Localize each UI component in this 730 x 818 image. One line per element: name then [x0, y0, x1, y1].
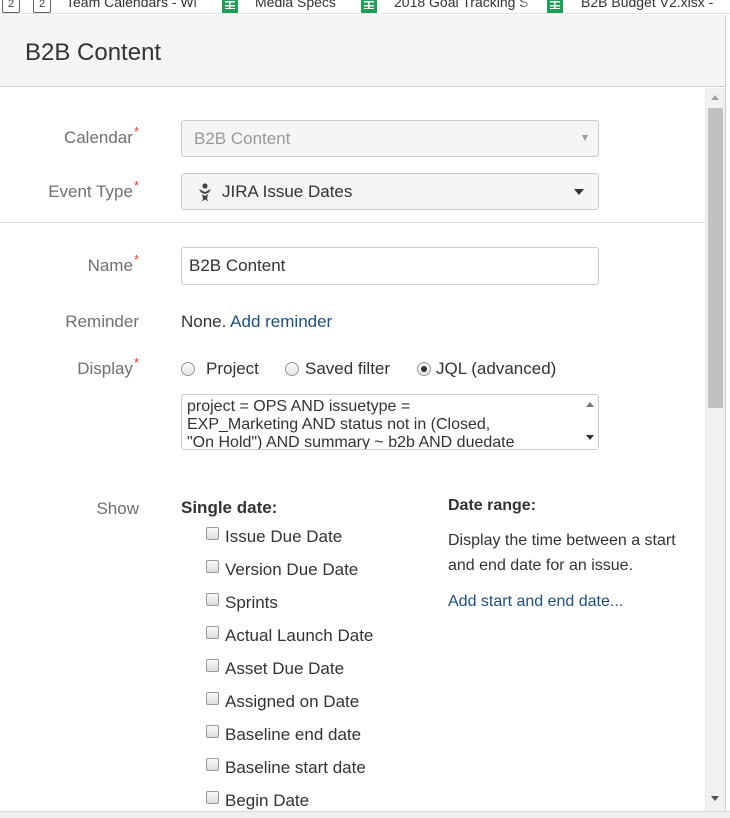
vertical-scrollbar[interactable]: [705, 88, 725, 811]
checkbox-label: Sprints: [225, 593, 278, 612]
calendar-label: Calendar*: [63, 124, 139, 148]
reminder-none-text: None.: [181, 312, 227, 331]
checkbox-baseline-start-date[interactable]: [206, 758, 219, 771]
checkbox-asset-due-date[interactable]: [206, 659, 219, 672]
spreadsheet-icon: [222, 0, 238, 13]
event-type-select[interactable]: JIRA Issue Dates: [181, 173, 599, 210]
checkbox-label: Asset Due Date: [225, 659, 345, 678]
calendar-select-value: B2B Content: [194, 129, 291, 148]
calendar-select: B2B Content: [181, 120, 599, 157]
show-label: Show: [96, 499, 139, 518]
calendar-label-text: Calendar: [63, 128, 133, 147]
radio-saved-filter[interactable]: [285, 362, 299, 376]
event-type-select-value: JIRA Issue Dates: [222, 182, 353, 201]
radio-jql-label: JQL (advanced): [436, 359, 557, 378]
date-range-description: Display the time between a start and end…: [448, 532, 676, 574]
bookmark-fade: [194, 0, 208, 13]
name-label-text: Name: [87, 256, 133, 275]
single-date-heading: Single date:: [181, 498, 278, 517]
dialog-content: Calendar* B2B Content Event Type* JIRA I…: [0, 88, 705, 811]
dialog-header: B2B Content: [0, 15, 730, 87]
scroll-up-icon[interactable]: [711, 95, 719, 100]
scrollbar-thumb[interactable]: [708, 108, 723, 408]
required-marker: *: [133, 178, 139, 193]
add-reminder-link[interactable]: Add reminder: [230, 312, 332, 331]
dialog-title: B2B Content: [25, 39, 162, 66]
spreadsheet-icon: [547, 0, 563, 13]
bookmark-media-specs[interactable]: Media Specs: [255, 0, 336, 10]
radio-saved-filter-label: Saved filter: [305, 359, 391, 378]
dialog-edge: [725, 15, 730, 818]
dialog-bottom-edge: [0, 811, 730, 818]
jql-query-text: project = OPS AND issuetype = EXP_Market…: [187, 398, 515, 450]
bookmarks-bar: 2 2 Team Calendars - Wi Media Specs 2018…: [0, 0, 730, 14]
name-label: Name*: [87, 252, 139, 276]
bookmark-team-calendars[interactable]: Team Calendars - Wi: [66, 0, 197, 10]
radio-project[interactable]: [181, 362, 195, 376]
date-range-heading: Date range:: [448, 497, 537, 514]
checkbox-begin-date[interactable]: [206, 791, 219, 804]
checkbox-label: Actual Launch Date: [225, 626, 374, 645]
spreadsheet-icon: [361, 0, 377, 13]
reminder-label: Reminder: [65, 312, 139, 331]
reminder-value: None. Add reminder: [181, 312, 332, 332]
checkbox-issue-due-date[interactable]: [206, 527, 219, 540]
checkbox-label: Version Due Date: [225, 560, 359, 579]
radio-jql[interactable]: [417, 362, 431, 376]
bookmark-fade: [520, 0, 534, 13]
bookmark-b2b-budget[interactable]: B2B Budget V2.xlsx -: [581, 0, 713, 10]
scroll-up-icon[interactable]: [586, 402, 594, 407]
required-marker: *: [133, 355, 139, 370]
required-marker: *: [133, 124, 139, 139]
checkbox-label: Issue Due Date: [225, 527, 343, 546]
textarea-scrollbar[interactable]: [581, 395, 598, 449]
checkbox-actual-launch-date[interactable]: [206, 626, 219, 639]
radio-project-label: Project: [206, 359, 259, 378]
event-type-label: Event Type*: [48, 178, 139, 202]
display-label-text: Display: [77, 359, 133, 378]
scroll-down-icon[interactable]: [711, 796, 719, 801]
name-input[interactable]: [181, 247, 599, 285]
bookmark-goal-tracking[interactable]: 2018 Goal Tracking S: [394, 0, 529, 10]
checkbox-sprints[interactable]: [206, 593, 219, 606]
chevron-down-icon: [582, 135, 588, 141]
display-label: Display*: [77, 355, 139, 379]
checkbox-label: Baseline start date: [225, 758, 366, 777]
checkbox-label: Baseline end date: [225, 725, 362, 744]
checkbox-baseline-end-date[interactable]: [206, 725, 219, 738]
checkbox-label: Begin Date: [225, 791, 310, 810]
checkbox-label: Assigned on Date: [225, 692, 360, 711]
checkbox-assigned-on-date[interactable]: [206, 692, 219, 705]
jql-textarea[interactable]: project = OPS AND issuetype = EXP_Market…: [181, 394, 599, 450]
tab-counter-badge[interactable]: 2: [2, 0, 20, 13]
section-divider: [0, 222, 705, 223]
jira-icon: [199, 183, 211, 202]
checkbox-version-due-date[interactable]: [206, 560, 219, 573]
required-marker: *: [133, 252, 139, 267]
tab-counter-badge[interactable]: 2: [33, 0, 51, 13]
chevron-down-icon: [574, 189, 584, 195]
event-type-label-text: Event Type: [48, 182, 133, 201]
add-start-end-date-link[interactable]: Add start and end date...: [448, 593, 623, 611]
scroll-down-icon[interactable]: [586, 435, 594, 440]
